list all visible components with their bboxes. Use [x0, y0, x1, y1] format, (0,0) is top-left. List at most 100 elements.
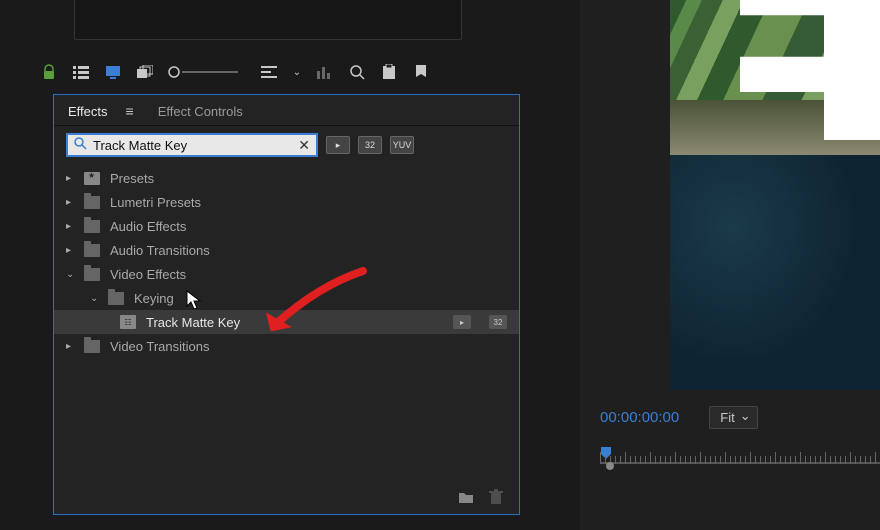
- panel-tab-row: Effects ≡ Effect Controls: [54, 95, 519, 126]
- effect-badges: ▸ 32: [453, 315, 519, 329]
- ruler-tick: [635, 456, 636, 464]
- chevron-right-icon: ▸: [66, 221, 78, 232]
- tree-label: Audio Transitions: [110, 243, 210, 258]
- tree-item-video-transitions[interactable]: ▸ Video Transitions: [54, 334, 519, 358]
- ruler-tick: [625, 452, 626, 464]
- source-toolbar: ⌄: [40, 58, 520, 86]
- tree-label: Video Effects: [110, 267, 186, 282]
- preview-water: [670, 155, 880, 390]
- align-icon[interactable]: [260, 63, 278, 81]
- accel-badge-icon: ▸: [453, 315, 471, 329]
- ruler-tick: [875, 452, 876, 464]
- yuv-filter-badge[interactable]: YUV: [390, 136, 414, 154]
- list-icon[interactable]: [72, 63, 90, 81]
- tree-label: Keying: [134, 291, 174, 306]
- folder-icon: [84, 196, 100, 209]
- ruler-tick: [840, 456, 841, 464]
- tree-item-audio-transitions[interactable]: ▸ Audio Transitions: [54, 238, 519, 262]
- ruler-tick: [770, 456, 771, 464]
- ruler-tick: [780, 456, 781, 464]
- monitor-active-icon[interactable]: [104, 63, 122, 81]
- folder-icon: [84, 244, 100, 257]
- tree-item-audio-effects[interactable]: ▸ Audio Effects: [54, 214, 519, 238]
- 32bit-filter-badge[interactable]: 32: [358, 136, 382, 154]
- tree-label: Presets: [110, 171, 154, 186]
- chevron-right-icon: ▸: [66, 245, 78, 256]
- stack-icon[interactable]: [136, 63, 154, 81]
- ruler-tick: [865, 456, 866, 464]
- program-timecode[interactable]: 00:00:00:00: [600, 409, 679, 426]
- effects-tree: ▸ Presets ▸ Lumetri Presets ▸ Audio Effe…: [54, 164, 519, 360]
- ruler-tick: [680, 456, 681, 464]
- ruler-tick: [690, 456, 691, 464]
- ruler-tick: [800, 452, 801, 464]
- ruler-tick: [855, 456, 856, 464]
- ruler-tick: [715, 456, 716, 464]
- tree-item-track-matte-key[interactable]: ☷ Track Matte Key ▸ 32: [54, 310, 519, 334]
- ruler-tick: [705, 456, 706, 464]
- ruler-tick: [735, 456, 736, 464]
- lock-icon[interactable]: [40, 63, 58, 81]
- ruler-tick: [670, 456, 671, 464]
- tree-item-presets[interactable]: ▸ Presets: [54, 166, 519, 190]
- ruler-tick: [630, 456, 631, 464]
- ruler-tick: [660, 456, 661, 464]
- ruler-tick: [600, 452, 601, 464]
- ruler-tick: [615, 456, 616, 464]
- ruler-tick: [745, 456, 746, 464]
- ruler-tick: [685, 456, 686, 464]
- chevron-right-icon: ▸: [66, 197, 78, 208]
- tree-label: Audio Effects: [110, 219, 186, 234]
- tree-label: Track Matte Key: [146, 315, 240, 330]
- trash-icon[interactable]: [487, 488, 505, 506]
- tree-item-keying[interactable]: ⌄ Keying: [54, 286, 519, 310]
- tree-item-video-effects[interactable]: ⌄ Video Effects: [54, 262, 519, 286]
- effects-search-input[interactable]: [93, 138, 292, 153]
- search-clear-icon[interactable]: ✕: [298, 137, 310, 154]
- program-monitor[interactable]: [670, 0, 880, 390]
- scrub-handle[interactable]: [606, 462, 614, 470]
- 32bit-badge-icon: 32: [489, 315, 507, 329]
- search-icon[interactable]: [348, 63, 366, 81]
- accelerated-filter-badge[interactable]: ▸: [326, 136, 350, 154]
- chevron-right-icon: ▸: [66, 173, 78, 184]
- ruler-tick: [790, 456, 791, 464]
- clipboard-icon[interactable]: [380, 63, 398, 81]
- timecode-row: 00:00:00:00 Fit: [600, 406, 880, 429]
- ruler-tick: [805, 456, 806, 464]
- slider-icon[interactable]: [168, 63, 238, 81]
- ruler-tick: [785, 456, 786, 464]
- folder-icon: [84, 220, 100, 233]
- chevron-down-icon: ⌄: [66, 269, 78, 280]
- ruler-tick: [760, 456, 761, 464]
- folder-icon: [84, 340, 100, 353]
- zoom-fit-select[interactable]: Fit: [709, 406, 757, 429]
- ruler-tick: [825, 452, 826, 464]
- ruler-tick: [700, 452, 701, 464]
- ruler-tick: [835, 456, 836, 464]
- chevron-down-icon[interactable]: ⌄: [292, 63, 302, 81]
- ruler-tick: [860, 456, 861, 464]
- effects-search-box[interactable]: ✕: [66, 133, 318, 157]
- ruler-tick: [665, 456, 666, 464]
- effects-search-row: ✕ ▸ 32 YUV: [54, 126, 519, 164]
- bars-icon[interactable]: [316, 63, 334, 81]
- tree-item-lumetri[interactable]: ▸ Lumetri Presets: [54, 190, 519, 214]
- chevron-right-icon: ▸: [66, 341, 78, 352]
- marker-icon[interactable]: [412, 63, 430, 81]
- ruler-tick: [815, 456, 816, 464]
- new-bin-icon[interactable]: [457, 488, 475, 506]
- tree-label: Lumetri Presets: [110, 195, 201, 210]
- tree-label: Video Transitions: [110, 339, 210, 354]
- program-time-ruler[interactable]: [600, 444, 880, 474]
- tab-effects[interactable]: Effects: [68, 104, 108, 119]
- ruler-tick: [710, 456, 711, 464]
- ruler-tick: [750, 452, 751, 464]
- ruler-tick: [810, 456, 811, 464]
- ruler-tick: [655, 456, 656, 464]
- tab-effect-controls[interactable]: Effect Controls: [158, 104, 243, 119]
- ruler-tick: [845, 456, 846, 464]
- panel-menu-icon[interactable]: ≡: [126, 103, 134, 119]
- ruler-tick: [730, 456, 731, 464]
- ruler-tick: [755, 456, 756, 464]
